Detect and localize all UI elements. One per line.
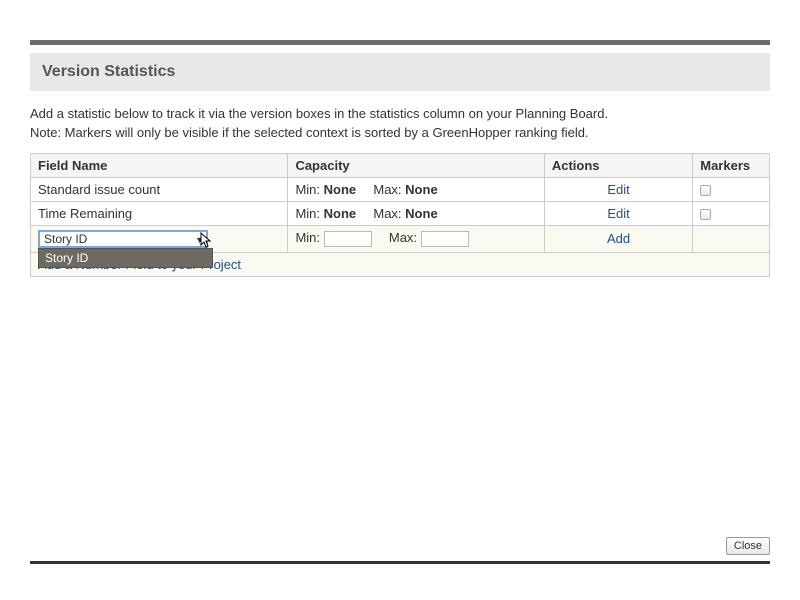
- close-button[interactable]: Close: [726, 537, 770, 555]
- bottom-rule: [30, 561, 770, 564]
- field-name: Time Remaining: [31, 201, 288, 225]
- statistics-table: Field Name Capacity Actions Markers Stan…: [30, 153, 770, 277]
- description-block: Add a statistic below to track it via th…: [30, 91, 770, 153]
- edit-link[interactable]: Edit: [552, 182, 685, 197]
- add-link[interactable]: Add: [552, 231, 685, 246]
- table-row: Standard issue count Min: None Max: None…: [31, 177, 770, 201]
- min-label: Min:: [295, 206, 320, 221]
- col-field: Field Name: [31, 153, 288, 177]
- max-label: Max:: [373, 206, 401, 221]
- capacity-cell: Min: None Max: None: [288, 201, 544, 225]
- min-label: Min:: [295, 230, 320, 245]
- marker-checkbox[interactable]: [700, 209, 711, 220]
- capacity-cell: Min: None Max: None: [288, 177, 544, 201]
- max-input[interactable]: [421, 231, 469, 247]
- col-markers: Markers: [693, 153, 770, 177]
- min-value: None: [324, 206, 357, 221]
- min-label: Min:: [295, 182, 320, 197]
- top-rule: [30, 40, 770, 45]
- add-row: Story ID ▼ Story ID Min: Max:: [31, 225, 770, 252]
- panel-title: Version Statistics: [30, 53, 770, 91]
- marker-checkbox[interactable]: [700, 185, 711, 196]
- min-input[interactable]: [324, 231, 372, 247]
- max-value: None: [405, 182, 438, 197]
- col-capacity: Capacity: [288, 153, 544, 177]
- field-name: Standard issue count: [31, 177, 288, 201]
- table-row: Time Remaining Min: None Max: None Edit: [31, 201, 770, 225]
- min-value: None: [324, 182, 357, 197]
- field-select-option[interactable]: Story ID: [38, 248, 213, 268]
- edit-link[interactable]: Edit: [552, 206, 685, 221]
- field-select-cell: Story ID ▼ Story ID: [31, 225, 288, 252]
- max-label: Max:: [373, 182, 401, 197]
- field-select[interactable]: Story ID ▼: [38, 230, 208, 248]
- description-line: Add a statistic below to track it via th…: [30, 105, 770, 124]
- col-actions: Actions: [544, 153, 692, 177]
- capacity-cell: Min: Max:: [288, 225, 544, 252]
- max-value: None: [405, 206, 438, 221]
- field-select-value: Story ID: [44, 232, 87, 246]
- max-label: Max:: [389, 230, 417, 245]
- description-line: Note: Markers will only be visible if th…: [30, 124, 770, 143]
- chevron-down-icon: ▼: [195, 233, 204, 247]
